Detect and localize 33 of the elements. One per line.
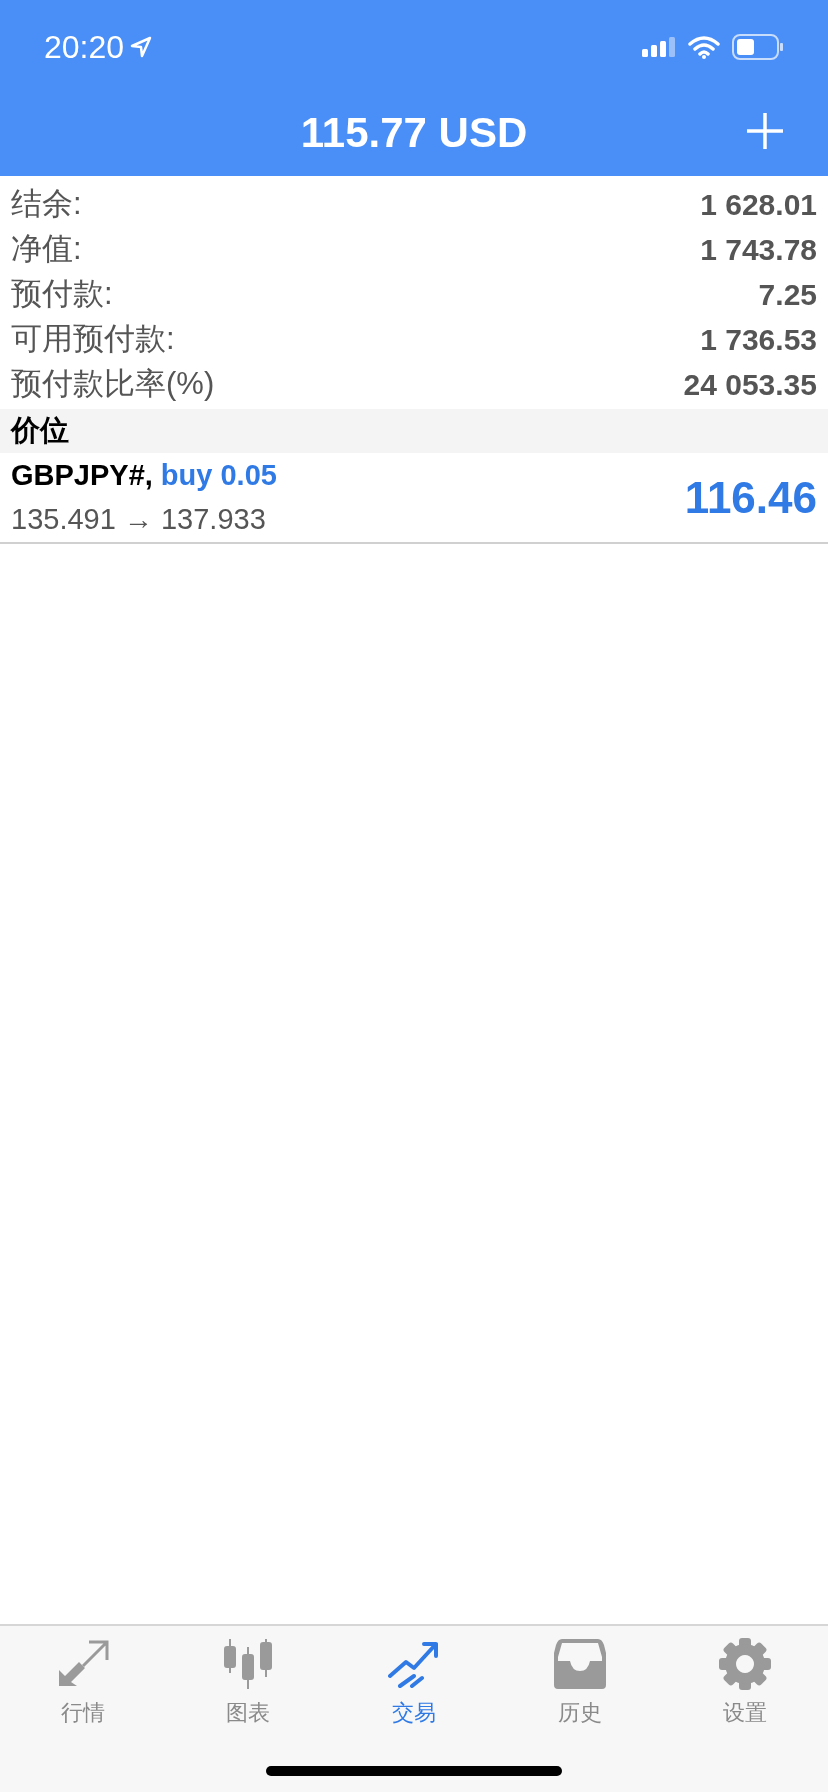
- account-value: 1 743.78: [700, 232, 817, 268]
- position-row[interactable]: GBPJPY#, buy 0.05 135.491 → 137.933 116.46: [0, 453, 828, 544]
- account-label: 可用预付款:: [11, 320, 175, 359]
- section-title: 价位: [11, 413, 69, 449]
- account-label: 预付款:: [11, 275, 113, 314]
- position-prices: 135.491 → 137.933: [11, 501, 267, 537]
- account-value: 1 736.53: [700, 322, 817, 358]
- account-value: 24 053.35: [683, 367, 817, 403]
- diagonal-arrows-icon: [56, 1640, 109, 1688]
- position-profit: 116.46: [684, 471, 817, 524]
- account-profit-title: 115.77 USD: [300, 107, 528, 158]
- position-order: buy 0.05: [160, 458, 277, 493]
- tab-item[interactable]: 设置: [662, 1638, 828, 1729]
- position-symbol: GBPJPY#,: [11, 458, 153, 493]
- tab-item[interactable]: 行情: [0, 1638, 166, 1729]
- location-arrow-icon: [130, 36, 153, 58]
- tab-item[interactable]: 图表: [165, 1638, 332, 1729]
- candlestick-icon: [222, 1639, 275, 1689]
- settings-icon: [719, 1638, 772, 1690]
- tab-item[interactable]: 历史: [496, 1638, 663, 1729]
- account-value: 7.25: [758, 277, 817, 313]
- plus-icon: [746, 112, 784, 150]
- account-label: 净值:: [11, 230, 82, 269]
- signal-icon: [642, 35, 676, 59]
- account-value: 1 628.01: [700, 187, 817, 223]
- tab-item[interactable]: 交易: [331, 1638, 497, 1729]
- inbox-tray-icon: [553, 1639, 606, 1689]
- trend-arrow-icon: [388, 1640, 440, 1688]
- account-label: 结余:: [11, 185, 82, 224]
- account-label: 预付款比率(%): [11, 365, 215, 404]
- battery-icon: [732, 34, 784, 60]
- wifi-icon: [688, 35, 720, 59]
- status-time: 20:20: [44, 28, 125, 67]
